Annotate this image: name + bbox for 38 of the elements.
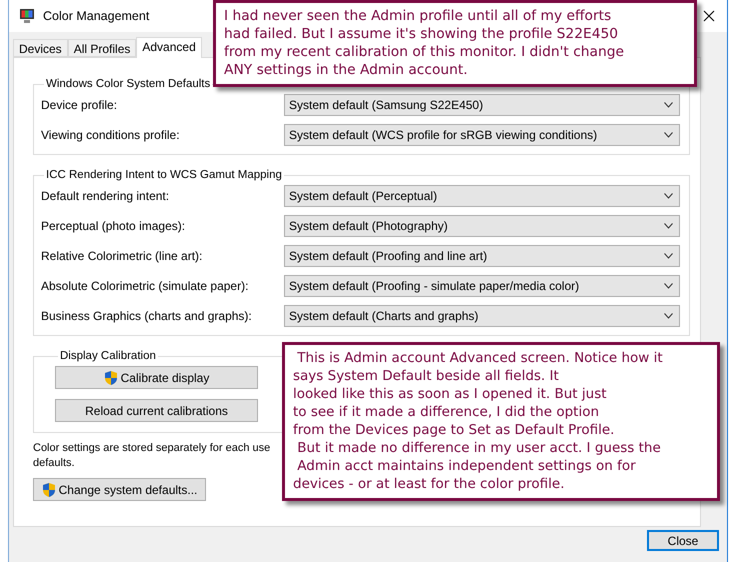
annotation-text: devices - or at least for the color profile. — [293, 475, 566, 493]
annotation-text: says System Default beside all fields. It — [293, 367, 560, 385]
annotation-text: to see if it made a difference, I did the option — [293, 403, 600, 421]
annotation-text: This is Admin account Advanced screen. Notice how it — [296, 349, 664, 367]
dropdown[interactable]: System default (Charts and graphs) — [284, 305, 680, 327]
window-title: Color Management — [43, 9, 150, 23]
field-label: Device profile: — [41, 98, 118, 112]
field-label: Relative Colorimetric (line art): — [41, 249, 202, 263]
annotation-text: But it made no difference in my user acct. I guess the — [296, 439, 662, 457]
field-label: Default rendering intent: — [41, 189, 170, 203]
dropdown[interactable]: System default (WCS profile for sRGB viewing conditions) — [284, 124, 680, 146]
dropdown[interactable]: System default (Proofing and line art) — [284, 245, 680, 267]
annotation-text: from my recent calibration of this monitor. I didn't change — [224, 43, 626, 61]
tab[interactable]: All Profiles — [68, 39, 136, 57]
dropdown[interactable]: System default (Photography) — [284, 215, 680, 237]
calibration-button[interactable]: Reload current calibrations — [55, 399, 258, 422]
change-defaults-button[interactable]: Change system defaults... — [33, 478, 206, 501]
annotation-text: I had never seen the Admin profile until all of my efforts — [224, 7, 612, 25]
group-title: Windows Color System Defaults — [45, 78, 212, 90]
tab[interactable]: Devices — [13, 39, 68, 57]
annotation-text: from the Devices page to Set as Default Profile. — [293, 421, 616, 439]
note-text: Color settings are stored separately for each use defaults. — [33, 441, 272, 471]
dropdown[interactable]: System default (Samsung S22E450) — [284, 94, 680, 116]
field-label: Viewing conditions profile: — [41, 128, 180, 142]
field-label: Business Graphics (charts and graphs): — [41, 309, 252, 323]
annotation-text: looked like this as soon as I opened it. But just — [293, 385, 608, 403]
tab[interactable]: Advanced — [136, 37, 202, 58]
field-label: Perceptual (photo images): — [41, 219, 186, 233]
field-label: Absolute Colorimetric (simulate paper): — [41, 279, 248, 293]
group-title: Display Calibration — [59, 350, 157, 362]
annotation-text: Admin acct maintains independent settings on for — [296, 457, 637, 475]
close-button[interactable]: Close — [647, 530, 719, 551]
dropdown[interactable]: System default (Proofing - simulate paper/media color) — [284, 275, 680, 297]
annotation-text: ANY settings in the Admin account. — [224, 61, 469, 79]
group-title: ICC Rendering Intent to WCS Gamut Mapping — [45, 169, 283, 181]
calibration-button[interactable]: Calibrate display — [55, 366, 258, 389]
annotation-text: had failed. But I assume it's showing the profile S22E450 — [224, 25, 620, 43]
dropdown[interactable]: System default (Perceptual) — [284, 185, 680, 207]
